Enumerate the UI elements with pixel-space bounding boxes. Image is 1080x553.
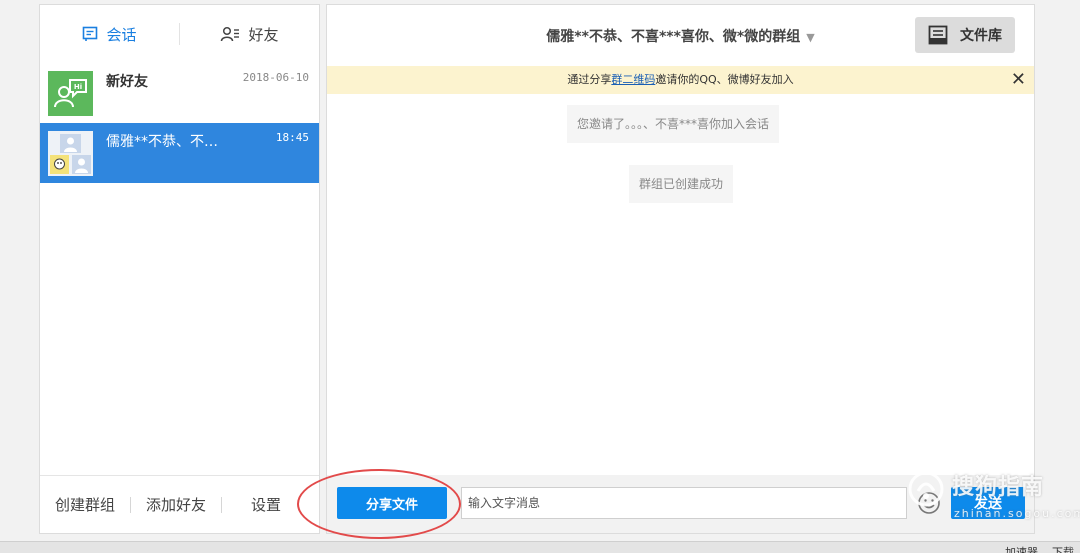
file-library-icon [928,25,948,45]
message-input-bar: 分享文件 发送 [327,475,1034,533]
close-icon[interactable]: ✕ [1011,66,1026,94]
browser-status-bar: 加速器 下载 [0,541,1080,553]
caret-down-icon[interactable]: ▼ [806,31,814,44]
chat-panel: 儒雅**不恭、不喜***喜你、微*微的群组 ▼ 文件库 通过分享群二维码邀请你的Q… [326,4,1035,534]
settings-button[interactable]: 设置 [222,494,310,515]
file-library-label: 文件库 [960,28,1002,44]
group-name: 儒雅**不恭、不喜***喜你、微*微的群组 [546,29,801,45]
file-library-button[interactable]: 文件库 [915,17,1015,53]
system-message: 群组已创建成功 [629,165,734,203]
tab-conversations[interactable]: 会话 [40,24,179,45]
chat-header: 儒雅**不恭、不喜***喜你、微*微的群组 ▼ 文件库 [327,5,1034,65]
conversation-list: Hi 新好友 2018-06-10 儒雅**不恭、不… 18:45 [40,63,319,183]
download-button[interactable]: 下载 [1052,544,1074,553]
conversation-time: 2018-06-10 [242,71,309,84]
contacts-icon [221,26,240,42]
accelerator-button[interactable]: 加速器 [1005,544,1038,553]
system-message: 您邀请了。。。、不喜***喜你加入会话 [567,105,780,143]
conversation-item-group[interactable]: 儒雅**不恭、不… 18:45 [40,123,319,183]
new-friend-avatar-icon: Hi [48,71,93,116]
sidebar-tabs: 会话 好友 [40,5,319,63]
tab-conversations-label: 会话 [106,25,137,44]
qr-code-link[interactable]: 群二维码 [611,73,655,86]
invite-banner: 通过分享群二维码邀请你的QQ、微博好友加入 ✕ [327,66,1034,94]
conversation-sidebar: 会话 好友 Hi 新好友 2018-06-10 儒雅**不恭、不… 18:45 … [39,4,320,534]
message-input[interactable] [461,487,907,519]
create-group-button[interactable]: 创建群组 [40,494,130,515]
sidebar-footer: 创建群组 添加好友 设置 [40,475,319,533]
share-file-button[interactable]: 分享文件 [337,487,447,519]
add-friend-button[interactable]: 添加好友 [131,494,221,515]
status-bar-items: 加速器 下载 [1005,544,1074,553]
tab-friends[interactable]: 好友 [180,24,319,45]
chat-icon [83,26,98,41]
banner-prefix: 通过分享 [567,73,612,86]
group-avatar-icon [48,131,93,176]
conversation-item-new-friend[interactable]: Hi 新好友 2018-06-10 [40,63,319,123]
tab-friends-label: 好友 [248,25,279,44]
conversation-name: 新好友 [106,74,148,90]
send-button[interactable]: 发送 [951,487,1025,519]
conversation-name: 儒雅**不恭、不… [106,134,218,150]
svg-text:Hi: Hi [74,83,82,91]
conversation-time: 18:45 [275,131,309,144]
emoji-icon[interactable] [917,491,941,515]
banner-suffix: 邀请你的QQ、微博好友加入 [655,73,794,86]
